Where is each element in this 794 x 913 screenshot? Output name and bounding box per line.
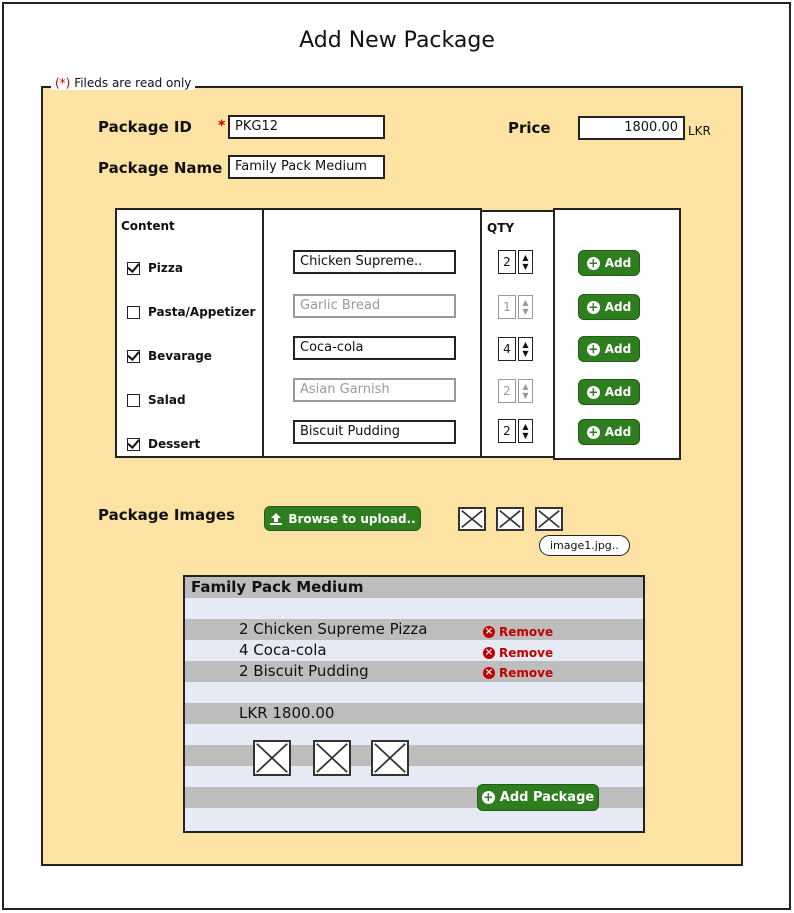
price-field[interactable]: 1800.00 [578, 116, 685, 140]
category-label: Dessert [148, 437, 201, 451]
plus-circle-icon: + [586, 384, 600, 399]
item-field-pizza[interactable]: Chicken Supreme.. [293, 250, 456, 274]
package-name-field[interactable]: Family Pack Medium [228, 155, 385, 179]
price-unit: LKR [688, 124, 711, 138]
remove-link[interactable]: × Remove [483, 625, 553, 639]
checkbox-dessert[interactable] [127, 437, 140, 451]
qty-stepper-pasta[interactable]: 1 ▲ ▼ [498, 295, 533, 319]
item-field-beverage[interactable]: Coca-cola [293, 336, 456, 360]
summary-line: 4 Coca-cola [239, 641, 327, 659]
category-row-pasta[interactable]: Pasta/Appetizer [127, 303, 255, 321]
qty-stepper-salad[interactable]: 2 ▲ ▼ [498, 379, 533, 403]
checkbox-pizza[interactable] [127, 261, 140, 275]
qty-value[interactable]: 2 [498, 379, 516, 403]
remove-link[interactable]: × Remove [483, 666, 553, 680]
summary-title: Family Pack Medium [191, 578, 364, 596]
add-button-label: Add [604, 425, 632, 439]
category-label: Pizza [148, 261, 183, 275]
browse-upload-label: Browse to upload.. [288, 511, 416, 526]
item-field-salad[interactable]: Asian Garnish [293, 378, 456, 402]
add-item-button-beverage[interactable]: + Add [578, 336, 640, 362]
add-item-button-pasta[interactable]: + Add [578, 294, 640, 320]
package-images-label: Package Images [98, 506, 236, 524]
qty-value[interactable]: 1 [498, 295, 516, 319]
category-row-pizza[interactable]: Pizza [127, 259, 183, 277]
package-name-label: Package Name [98, 159, 223, 177]
up-down-arrows-icon[interactable]: ▲ ▼ [518, 419, 533, 443]
category-label: Bevarage [148, 349, 212, 363]
page-title: Add New Package [299, 28, 495, 53]
package-summary-panel: Family Pack Medium 2 Chicken Supreme Piz… [183, 575, 645, 833]
add-package-label: Add Package [499, 790, 595, 805]
add-button-label: Add [604, 300, 632, 314]
image-placeholder-icon[interactable] [535, 507, 563, 531]
read-only-legend: (*) Fileds are read only [51, 76, 196, 90]
category-label: Pasta/Appetizer [148, 305, 256, 319]
x-circle-icon: × [483, 626, 495, 638]
summary-total: LKR 1800.00 [239, 704, 335, 722]
image-tooltip: image1.jpg.. [539, 535, 630, 556]
legend-text: Fileds are read only [70, 76, 192, 90]
add-item-button-dessert[interactable]: + Add [578, 419, 640, 445]
plus-circle-icon: + [586, 424, 600, 439]
upload-icon [270, 512, 283, 525]
remove-label: Remove [499, 625, 554, 639]
image-placeholder-icon [313, 740, 351, 776]
checkbox-pasta[interactable] [127, 305, 140, 319]
qty-stepper-beverage[interactable]: 4 ▲ ▼ [498, 337, 533, 361]
qty-header: QTY [487, 221, 515, 235]
plus-circle-icon: + [586, 341, 600, 356]
up-down-arrows-icon[interactable]: ▲ ▼ [518, 379, 533, 403]
plus-circle-icon: + [586, 255, 600, 270]
category-row-salad[interactable]: Salad [127, 391, 186, 409]
image-placeholder-icon[interactable] [496, 507, 524, 531]
content-category-column [115, 208, 264, 458]
add-package-button[interactable]: + Add Package [477, 784, 599, 811]
category-label: Salad [148, 393, 186, 407]
add-item-button-salad[interactable]: + Add [578, 379, 640, 405]
remove-label: Remove [499, 666, 554, 680]
up-down-arrows-icon[interactable]: ▲ ▼ [518, 337, 533, 361]
checkbox-salad[interactable] [127, 393, 140, 407]
browse-upload-button[interactable]: Browse to upload.. [264, 506, 421, 531]
legend-marker: (*) [55, 76, 71, 90]
checkbox-beverage[interactable] [127, 349, 140, 363]
x-circle-icon: × [483, 647, 495, 659]
add-button-label: Add [604, 342, 632, 356]
plus-circle-icon: + [481, 790, 495, 804]
qty-stepper-pizza[interactable]: 2 ▲ ▼ [498, 250, 533, 274]
up-down-arrows-icon[interactable]: ▲ ▼ [518, 295, 533, 319]
x-circle-icon: × [483, 667, 495, 679]
qty-value[interactable]: 2 [498, 250, 516, 274]
image-placeholder-icon [253, 740, 291, 776]
qty-value[interactable]: 4 [498, 337, 516, 361]
up-down-arrows-icon[interactable]: ▲ ▼ [518, 250, 533, 274]
package-id-field[interactable]: PKG12 [228, 115, 385, 139]
add-button-label: Add [604, 256, 632, 270]
summary-line: 2 Biscuit Pudding [239, 662, 369, 680]
remove-label: Remove [499, 646, 554, 660]
qty-stepper-dessert[interactable]: 2 ▲ ▼ [498, 419, 533, 443]
package-id-label: Package ID [98, 118, 192, 136]
summary-line: 2 Chicken Supreme Pizza [239, 620, 428, 638]
image-placeholder-icon [371, 740, 409, 776]
category-row-beverage[interactable]: Bevarage [127, 347, 212, 365]
add-item-button-pizza[interactable]: + Add [578, 250, 640, 276]
qty-value[interactable]: 2 [498, 419, 516, 443]
add-button-label: Add [604, 385, 632, 399]
remove-link[interactable]: × Remove [483, 646, 553, 660]
item-field-dessert[interactable]: Biscuit Pudding [293, 420, 456, 444]
item-field-pasta[interactable]: Garlic Bread [293, 294, 456, 318]
plus-circle-icon: + [586, 299, 600, 314]
content-header: Content [121, 219, 175, 233]
image-placeholder-icon[interactable] [458, 507, 486, 531]
price-label: Price [508, 119, 551, 137]
required-marker: * [218, 118, 226, 134]
category-row-dessert[interactable]: Dessert [127, 435, 200, 453]
